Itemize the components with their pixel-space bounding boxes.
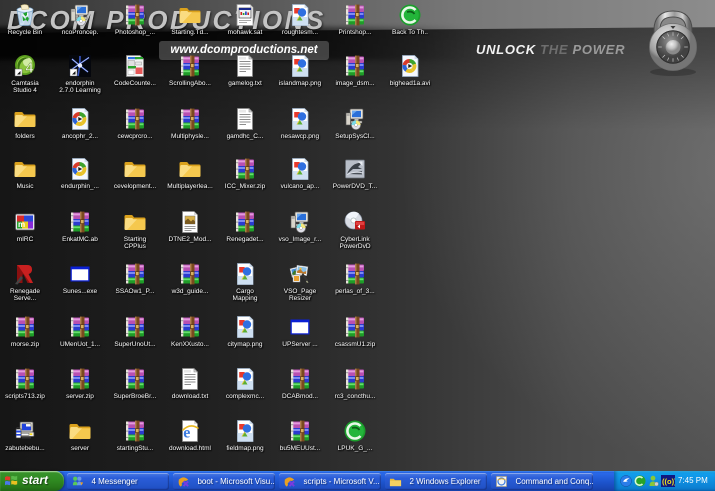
svg-text:((o)): ((o)): [662, 477, 675, 486]
